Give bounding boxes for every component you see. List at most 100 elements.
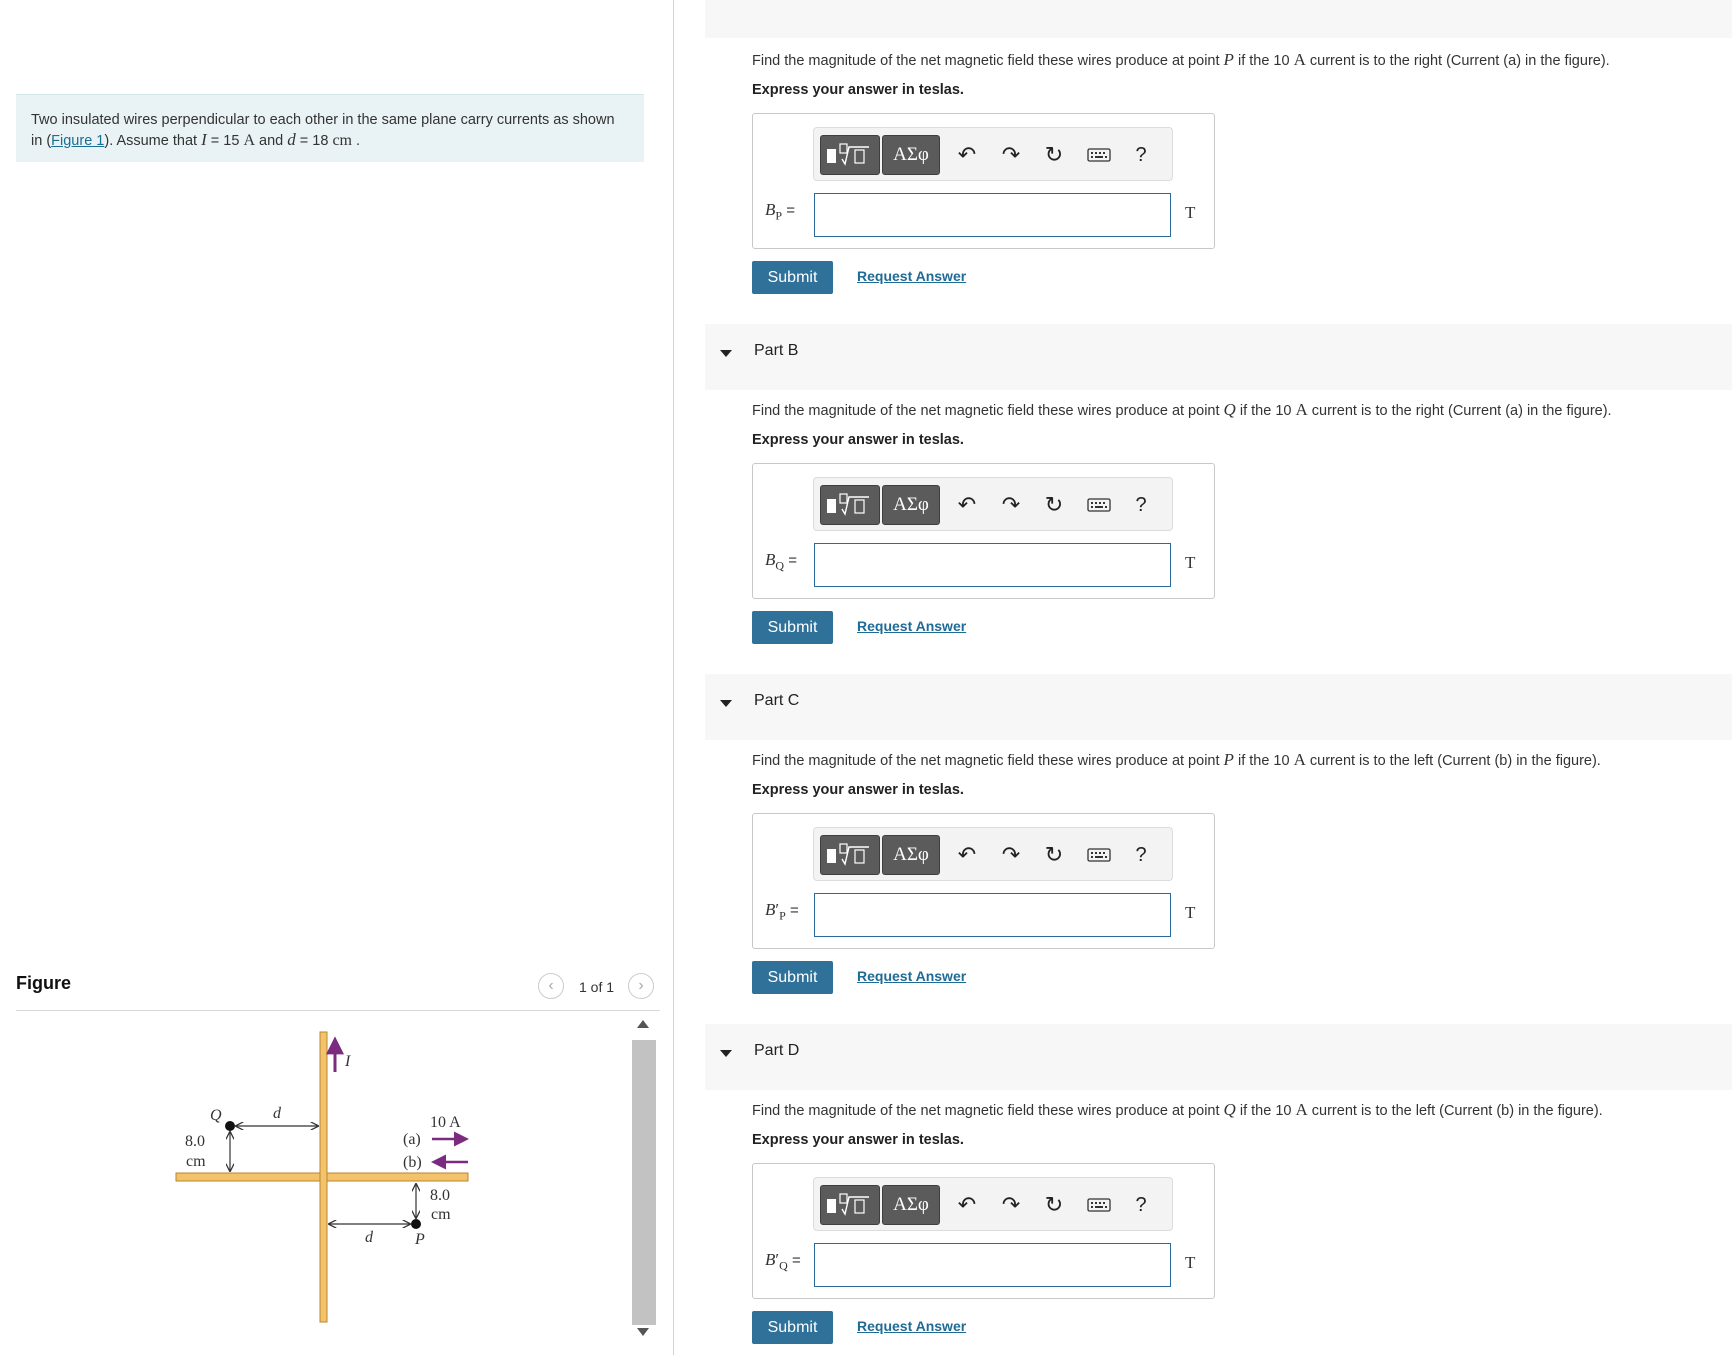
undo-icon[interactable]: ↶ (952, 142, 982, 168)
templates-button[interactable] (820, 1185, 880, 1225)
figure-link[interactable]: Figure 1 (51, 133, 104, 149)
keyboard-icon[interactable] (1083, 492, 1115, 518)
submit-button[interactable]: Submit (752, 611, 833, 644)
part-label: Part D (754, 1042, 800, 1059)
figure-scrollbar[interactable] (630, 1016, 656, 1346)
greek-symbols-button[interactable]: ΑΣφ (882, 135, 940, 175)
reset-icon[interactable]: ↻ (1039, 1192, 1069, 1218)
answer-input[interactable] (814, 1243, 1171, 1287)
point-Q (225, 1121, 235, 1131)
question-point: Q (1223, 1100, 1236, 1119)
answer-instruction: Express your answer in teslas. (752, 782, 964, 798)
variable-equals: = (782, 202, 796, 219)
keyboard-icon[interactable] (1083, 1192, 1115, 1218)
undo-icon[interactable]: ↶ (952, 1192, 982, 1218)
answer-unit: T (1185, 203, 1196, 222)
submit-button[interactable]: Submit (752, 261, 833, 294)
part-label: Part C (754, 692, 800, 709)
variable-subscript: Q (775, 558, 785, 573)
answer-box: ΑΣφ ↶ ↷ ↻? B′Q = T (752, 1163, 1215, 1299)
answer-input[interactable] (814, 893, 1171, 937)
scroll-up-icon[interactable] (637, 1020, 649, 1028)
question-point: P (1223, 750, 1234, 769)
request-answer-link[interactable]: Request Answer (857, 618, 966, 634)
redo-icon[interactable]: ↷ (996, 142, 1026, 168)
variable-equals: = (787, 1252, 801, 1269)
greek-symbols-button[interactable]: ΑΣφ (882, 1185, 940, 1225)
keyboard-icon[interactable] (1083, 142, 1115, 168)
reset-icon[interactable]: ↻ (1039, 492, 1069, 518)
question-text: Find the magnitude of the net magnetic f… (752, 1100, 1603, 1120)
variable-equals: = (784, 552, 797, 569)
collapse-caret-icon[interactable] (720, 1050, 732, 1057)
answer-instruction: Express your answer in teslas. (752, 1132, 964, 1148)
unit-d: cm (332, 132, 352, 149)
scroll-down-icon[interactable] (637, 1328, 649, 1336)
chevron-left-icon: ‹ (548, 977, 554, 994)
variable-symbol: B (765, 200, 776, 219)
collapse-caret-icon[interactable] (720, 700, 732, 707)
answer-input[interactable] (814, 193, 1171, 237)
answer-box: ΑΣφ ↶ ↷ ↻? BP = T (752, 113, 1215, 249)
templates-icon (827, 1193, 869, 1216)
math-toolbar: ΑΣφ ↶ ↷ ↻? (813, 827, 1173, 881)
figure-prev-button[interactable]: ‹ (538, 973, 564, 999)
answer-variable: BP = (765, 200, 795, 223)
undo-icon[interactable]: ↶ (952, 492, 982, 518)
reset-icon[interactable]: ↻ (1039, 842, 1069, 868)
collapse-caret-icon[interactable] (720, 350, 732, 357)
math-toolbar: ΑΣφ ↶ ↷ ↻? (813, 477, 1173, 531)
variable-symbol: B (765, 900, 776, 919)
redo-icon[interactable]: ↷ (996, 492, 1026, 518)
variable-symbol: B (765, 550, 776, 569)
and-text: and (255, 133, 288, 149)
part-header[interactable]: Part B (705, 324, 1732, 390)
answer-instruction: Express your answer in teslas. (752, 82, 964, 98)
eq-d: = 18 (295, 133, 333, 149)
templates-button[interactable] (820, 135, 880, 175)
undo-icon[interactable]: ↶ (952, 842, 982, 868)
unit-I: A (243, 132, 255, 149)
keyboard-icon[interactable] (1083, 842, 1115, 868)
greek-symbols-button[interactable]: ΑΣφ (882, 485, 940, 525)
question-unit: A (1295, 1100, 1308, 1119)
help-button[interactable]: ? (1126, 142, 1156, 168)
redo-icon[interactable]: ↷ (996, 842, 1026, 868)
submit-button[interactable]: Submit (752, 1311, 833, 1344)
problem-end: . (351, 133, 361, 149)
request-answer-link[interactable]: Request Answer (857, 268, 966, 284)
templates-icon (827, 493, 869, 516)
question-text: Find the magnitude of the net magnetic f… (752, 400, 1612, 420)
variable-subscript: P (779, 908, 786, 923)
question-text: Find the magnitude of the net magnetic f… (752, 750, 1601, 770)
question-suffix: current is to the left (Current (b) in t… (1307, 1103, 1603, 1119)
figure-diagram: I Q d 8.0 cm 10 A (a) (b) P 8.0 cm d (175, 1031, 469, 1323)
redo-icon[interactable]: ↷ (996, 1192, 1026, 1218)
help-button[interactable]: ? (1126, 492, 1156, 518)
question-prefix: Find the magnitude of the net magnetic f… (752, 1103, 1224, 1119)
problem-text-2: ). Assume that (104, 133, 202, 149)
request-answer-link[interactable]: Request Answer (857, 1318, 966, 1334)
scroll-thumb[interactable] (632, 1040, 656, 1325)
part-header[interactable]: Part C (705, 674, 1732, 740)
part-header[interactable]: Part D (705, 1024, 1732, 1090)
submit-button[interactable]: Submit (752, 961, 833, 994)
request-answer-link[interactable]: Request Answer (857, 968, 966, 984)
label-d-bottom: d (365, 1229, 374, 1246)
variable-symbol: B (765, 1250, 776, 1269)
figure-next-button[interactable]: › (628, 973, 654, 999)
templates-button[interactable] (820, 835, 880, 875)
reset-icon[interactable]: ↻ (1039, 142, 1069, 168)
math-toolbar: ΑΣφ ↶ ↷ ↻? (813, 1177, 1173, 1231)
label-d-top: d (273, 1105, 282, 1122)
answer-input[interactable] (814, 543, 1171, 587)
question-mid: if the 10 (1235, 1103, 1296, 1119)
templates-button[interactable] (820, 485, 880, 525)
answer-box: ΑΣφ ↶ ↷ ↻? BQ = T (752, 463, 1215, 599)
question-mid: if the 10 (1235, 403, 1296, 419)
greek-symbols-button[interactable]: ΑΣφ (882, 835, 940, 875)
point-P (411, 1219, 421, 1229)
help-button[interactable]: ? (1126, 842, 1156, 868)
help-button[interactable]: ? (1126, 1192, 1156, 1218)
question-mid: if the 10 (1233, 53, 1294, 69)
